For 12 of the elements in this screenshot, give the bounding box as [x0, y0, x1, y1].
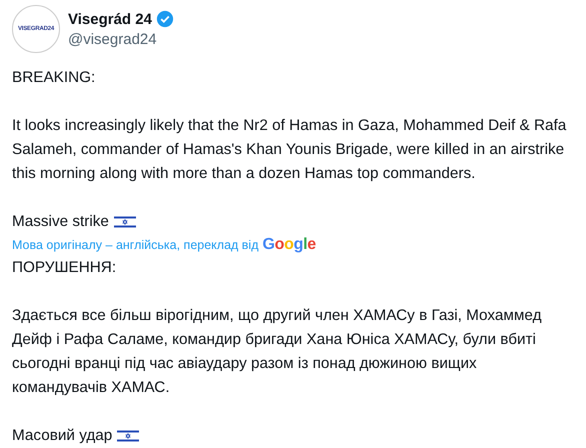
- author-name[interactable]: Visegrád 24: [68, 10, 152, 28]
- flag-icon: [114, 215, 136, 229]
- tweet-heading: BREAKING:: [12, 68, 96, 88]
- translated-heading: ПОРУШЕННЯ:: [12, 258, 118, 278]
- flag-icon: [117, 429, 140, 443]
- tweet-paragraph: It looks increasingly likely that the Nr2 of Hamas in Gaza, Mohammed Deif & Rafa Salameh, commander of Hamas's Khan Younis Brigade, were killed in an airstrike this morning along with more than a dozen Hamas top commanders.: [12, 116, 568, 184]
- translation-note: Мова оригіналу – англійська, переклад від: [12, 238, 259, 252]
- author-handle[interactable]: @visegrad24: [68, 31, 174, 48]
- tweet-closing-text: Massive strike: [12, 212, 109, 232]
- google-logo[interactable]: Google: [262, 236, 316, 254]
- translated-paragraph: Здається все більш вірогідним, що другий член ХАМАСу в Газі, Мохаммед Дейф і Рафа Саламе, командир бригади Хана Юніса ХАМАСу, були вбиті сьогодні вранці під час авіаудару разом із понад дюжиною вищих командувачів ХАМАС.: [12, 306, 542, 398]
- translated-closing-text: Масовий удар: [12, 426, 112, 446]
